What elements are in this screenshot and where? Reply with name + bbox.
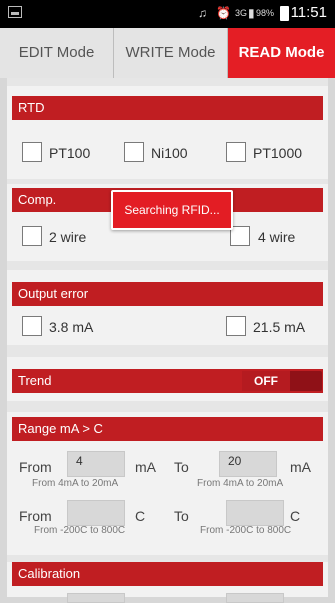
calibration-input-1[interactable] (67, 593, 125, 603)
vibrate-icon: ♫ (198, 6, 207, 20)
range-header: Range mA > C (12, 417, 323, 441)
clock: 11:51 (290, 4, 327, 21)
pt1000-checkbox[interactable] (226, 142, 246, 162)
status-bar: ♫ ⏰ 3G ▮ 98% 11:51 (0, 0, 335, 28)
trend-toggle[interactable]: OFF (242, 371, 322, 391)
settings-panel: RTD PT100 Ni100 PT1000 Comp. 2 wire 4 wi… (7, 78, 328, 603)
21-5ma-label: 21.5 mA (253, 319, 306, 335)
range-to-ma-unit: mA (290, 459, 311, 475)
tab-edit-mode[interactable]: EDIT Mode (0, 28, 114, 78)
four-wire-label: 4 wire (258, 229, 296, 245)
alarm-icon: ⏰ (216, 6, 231, 20)
pt100-checkbox[interactable] (22, 142, 42, 162)
network-type: 3G (235, 8, 248, 18)
tab-read-mode[interactable]: READ Mode (228, 28, 335, 78)
pt1000-label: PT1000 (253, 145, 303, 161)
range-to-c-unit: C (290, 508, 301, 524)
calibration-input-2[interactable] (226, 593, 284, 603)
two-wire-checkbox[interactable] (22, 226, 42, 246)
range-from-c-unit: C (135, 508, 146, 524)
trend-toggle-state: OFF (242, 371, 290, 391)
screenshot-notification-icon (8, 6, 22, 18)
range-from-ma-unit: mA (135, 459, 156, 475)
two-wire-label: 2 wire (49, 229, 87, 245)
mode-tabs: EDIT Mode WRITE Mode READ Mode (0, 28, 335, 78)
trend-section: Trend OFF (7, 357, 328, 401)
ni100-checkbox[interactable] (124, 142, 144, 162)
searching-rfid-toast: Searching RFID... (111, 190, 233, 230)
range-from-ma-hint: From 4mA to 20mA (32, 478, 119, 489)
rtd-section: RTD PT100 Ni100 PT1000 (7, 86, 328, 179)
battery-icon (280, 6, 289, 21)
3-8ma-checkbox[interactable] (22, 316, 42, 336)
range-to-c-label: To (174, 508, 189, 524)
range-from-c-label: From (19, 508, 52, 524)
3-8ma-label: 3.8 mA (49, 319, 94, 335)
range-from-ma-label: From (19, 459, 52, 475)
output-error-section: Output error 3.8 mA 21.5 mA (7, 270, 328, 345)
range-to-c-hint: From -200C to 800C (200, 525, 292, 536)
pt100-label: PT100 (49, 145, 91, 161)
range-to-ma-input[interactable]: 20 (219, 451, 277, 477)
21-5ma-checkbox[interactable] (226, 316, 246, 336)
range-from-c-input[interactable] (67, 500, 125, 526)
range-from-ma-input[interactable]: 4 (67, 451, 125, 477)
four-wire-checkbox[interactable] (230, 226, 250, 246)
battery-percent: 98% (256, 8, 275, 18)
calibration-header: Calibration (12, 562, 323, 586)
range-from-c-hint: From -200C to 800C (34, 525, 126, 536)
range-to-c-input[interactable] (226, 500, 284, 526)
range-to-ma-hint: From 4mA to 20mA (197, 478, 284, 489)
rtd-header: RTD (12, 96, 323, 120)
tab-write-mode[interactable]: WRITE Mode (114, 28, 228, 78)
signal-icon: ▮ (248, 6, 255, 20)
range-to-ma-label: To (174, 459, 189, 475)
range-section: Range mA > C From 4 mA To 20 mA From 4mA… (7, 412, 328, 555)
output-error-header: Output error (12, 282, 323, 306)
calibration-section: Calibration (7, 562, 328, 603)
ni100-label: Ni100 (151, 145, 188, 161)
